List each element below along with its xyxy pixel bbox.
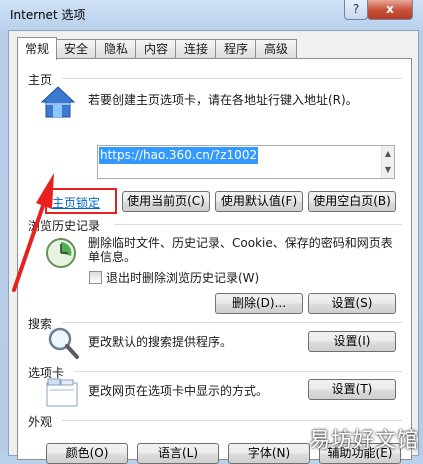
watermark-text: 易坊好文馆 [309, 428, 419, 452]
annotation-arrow-icon [12, 173, 54, 292]
tab-general[interactable]: 常规 [17, 37, 57, 60]
internet-options-window: Internet 选项 ? x 常规 安全 隐私 内容 连接 程序 高级 主页 … [0, 0, 423, 464]
